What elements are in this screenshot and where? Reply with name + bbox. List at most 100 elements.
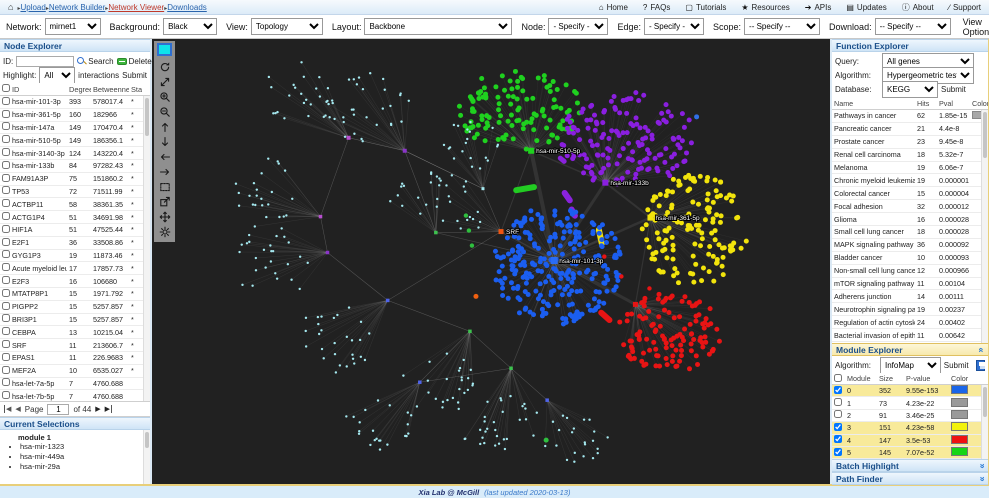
table-row[interactable]: EPAS111226.9683* — [0, 352, 150, 365]
module-row[interactable]: 41473.5e-53 — [832, 435, 988, 447]
current-selections-header[interactable]: Current Selections — [0, 417, 150, 430]
selections-scrollbar[interactable] — [143, 430, 150, 484]
menu-item-resources[interactable]: ★Resources — [741, 3, 789, 12]
fe-submit-button[interactable]: Submit — [941, 85, 966, 94]
pan-icon[interactable] — [158, 75, 172, 88]
module-checkbox[interactable] — [834, 398, 842, 406]
menu-item-updates[interactable]: ▤Updates — [846, 3, 886, 12]
menu-item-apis[interactable]: ➔APIs — [805, 3, 832, 12]
arrow-down-icon[interactable] — [158, 135, 172, 148]
row-checkbox[interactable] — [2, 97, 10, 105]
breadcrumb-item-network-builder[interactable]: Network Builder — [49, 3, 105, 12]
delete-button[interactable]: Delete — [117, 57, 152, 66]
row-checkbox[interactable] — [2, 238, 10, 246]
module-row[interactable]: 51457.07e-52 — [832, 447, 988, 459]
table-row[interactable]: PIGPP2155257.857* — [0, 301, 150, 314]
table-row[interactable]: Glioma160.000028 — [832, 213, 988, 226]
table-row[interactable]: Prostate cancer239.45e-8 — [832, 136, 988, 149]
function-explorer-header[interactable]: Function Explorer — [832, 39, 988, 52]
module-row[interactable]: 03529.55e-153 — [832, 385, 988, 397]
highlight-submit-button[interactable]: Submit — [122, 71, 147, 80]
table-row[interactable]: MAPK signaling pathway360.000092 — [832, 239, 988, 252]
background-select[interactable]: Black — [163, 18, 217, 35]
table-row[interactable]: Pathways in cancer621.85e-15 — [832, 110, 988, 123]
table-row[interactable]: TP537271511.99* — [0, 186, 150, 199]
table-row[interactable]: hsa-mir-133b8497282.43* — [0, 160, 150, 173]
network-select[interactable]: mirnet1 — [45, 18, 101, 35]
row-checkbox[interactable] — [2, 289, 10, 297]
table-row[interactable]: hsa-mir-3140-3p124143220.4* — [0, 147, 150, 160]
table-row[interactable]: mTOR signaling pathway110.00104 — [832, 278, 988, 291]
node-id-input[interactable] — [16, 56, 74, 67]
function-table-scrollbar[interactable] — [981, 110, 988, 343]
module-row[interactable]: 1734.23e-22 — [832, 397, 988, 409]
module-checkbox[interactable] — [834, 448, 842, 456]
table-row[interactable]: BRI3P1155257.857* — [0, 314, 150, 327]
table-row[interactable]: MEF2A106535.027* — [0, 365, 150, 378]
table-row[interactable]: Neurotrophin signaling pathway190.00237 — [832, 303, 988, 316]
arrow-up-icon[interactable] — [158, 120, 172, 133]
row-checkbox[interactable] — [2, 391, 10, 399]
network-graph[interactable]: hsa-mir-510-5phsa-mir-133bhsa-mir-361-5p… — [152, 39, 830, 484]
table-row[interactable]: Melanoma196.06e-7 — [832, 162, 988, 175]
table-row[interactable]: Focal adhesion320.000012 — [832, 200, 988, 213]
table-row[interactable]: Non-small cell lung cancer120.000966 — [832, 265, 988, 278]
download-select[interactable]: -- Specify -- — [875, 18, 951, 35]
edge-select[interactable]: - Specify - — [644, 18, 704, 35]
next-page-button[interactable]: ▶ — [95, 405, 100, 413]
module-checkbox[interactable] — [834, 435, 842, 443]
first-page-button[interactable]: ◀ — [4, 405, 11, 413]
scope-select[interactable]: -- Specify -- — [744, 18, 820, 35]
table-row[interactable]: HIF1A5147525.44* — [0, 224, 150, 237]
table-row[interactable]: Chronic myeloid leukemia190.000001 — [832, 174, 988, 187]
row-checkbox[interactable] — [2, 366, 10, 374]
row-checkbox[interactable] — [2, 199, 10, 207]
row-checkbox[interactable] — [2, 186, 10, 194]
module-checkbox[interactable] — [834, 410, 842, 418]
last-page-button[interactable]: ▶ — [105, 405, 112, 413]
row-checkbox[interactable] — [2, 314, 10, 322]
table-row[interactable]: hsa-mir-101-3p393578017.4* — [0, 96, 150, 109]
path-finder-header[interactable]: Path Finder « — [832, 472, 988, 485]
breadcrumb-item-upload[interactable]: Upload — [20, 3, 45, 12]
row-checkbox[interactable] — [2, 353, 10, 361]
row-checkbox[interactable] — [2, 327, 10, 335]
module-row[interactable]: 2913.46e-25 — [832, 410, 988, 422]
table-row[interactable]: Colorectal cancer150.000004 — [832, 187, 988, 200]
search-button[interactable]: Search — [77, 57, 113, 66]
module-checkbox[interactable] — [834, 386, 842, 394]
module-row[interactable]: 31514.23e-58 — [832, 422, 988, 434]
module-color-chip[interactable] — [951, 435, 968, 444]
me-submit-button[interactable]: Submit — [944, 361, 969, 370]
arrow-left-icon[interactable] — [158, 150, 172, 163]
row-checkbox[interactable] — [2, 225, 10, 233]
row-checkbox[interactable] — [2, 122, 10, 130]
me-algorithm-select[interactable]: InfoMap — [880, 357, 941, 374]
table-row[interactable]: MTATP8P1151971.792* — [0, 288, 150, 301]
row-checkbox[interactable] — [2, 135, 10, 143]
row-checkbox[interactable] — [2, 302, 10, 310]
database-select[interactable]: KEGG — [882, 81, 938, 98]
view-options-button[interactable]: View Options — [963, 17, 989, 37]
menu-item-support[interactable]: ∕Support — [949, 3, 981, 12]
table-row[interactable]: CEBPA1310215.04* — [0, 326, 150, 339]
module-color-chip[interactable] — [951, 447, 968, 456]
table-row[interactable]: GYG1P31911873.46* — [0, 250, 150, 263]
table-row[interactable]: hsa-mir-147a149170470.4* — [0, 122, 150, 135]
export-icon[interactable] — [158, 195, 172, 208]
view-select[interactable]: Topology — [251, 18, 323, 35]
module-color-chip[interactable] — [951, 410, 968, 419]
row-checkbox[interactable] — [2, 110, 10, 118]
module-color-chip[interactable] — [951, 422, 968, 431]
table-row[interactable]: Acute myeloid leukemia1717857.73* — [0, 262, 150, 275]
expand-icon-path[interactable]: « — [976, 476, 986, 481]
network-canvas[interactable]: hsa-mir-510-5phsa-mir-133bhsa-mir-361-5p… — [152, 39, 830, 484]
menu-item-home[interactable]: ⌂Home — [599, 3, 628, 12]
table-row[interactable]: E2F316106680* — [0, 275, 150, 288]
select-icon[interactable] — [158, 180, 172, 193]
module-color-chip[interactable] — [951, 385, 968, 394]
batch-highlight-header[interactable]: Batch Highlight « — [832, 459, 988, 472]
table-row[interactable]: hsa-let-7b-5p74760.688 — [0, 390, 150, 401]
table-row[interactable]: ACTBP115838361.35* — [0, 198, 150, 211]
module-color-chip[interactable] — [951, 398, 968, 407]
